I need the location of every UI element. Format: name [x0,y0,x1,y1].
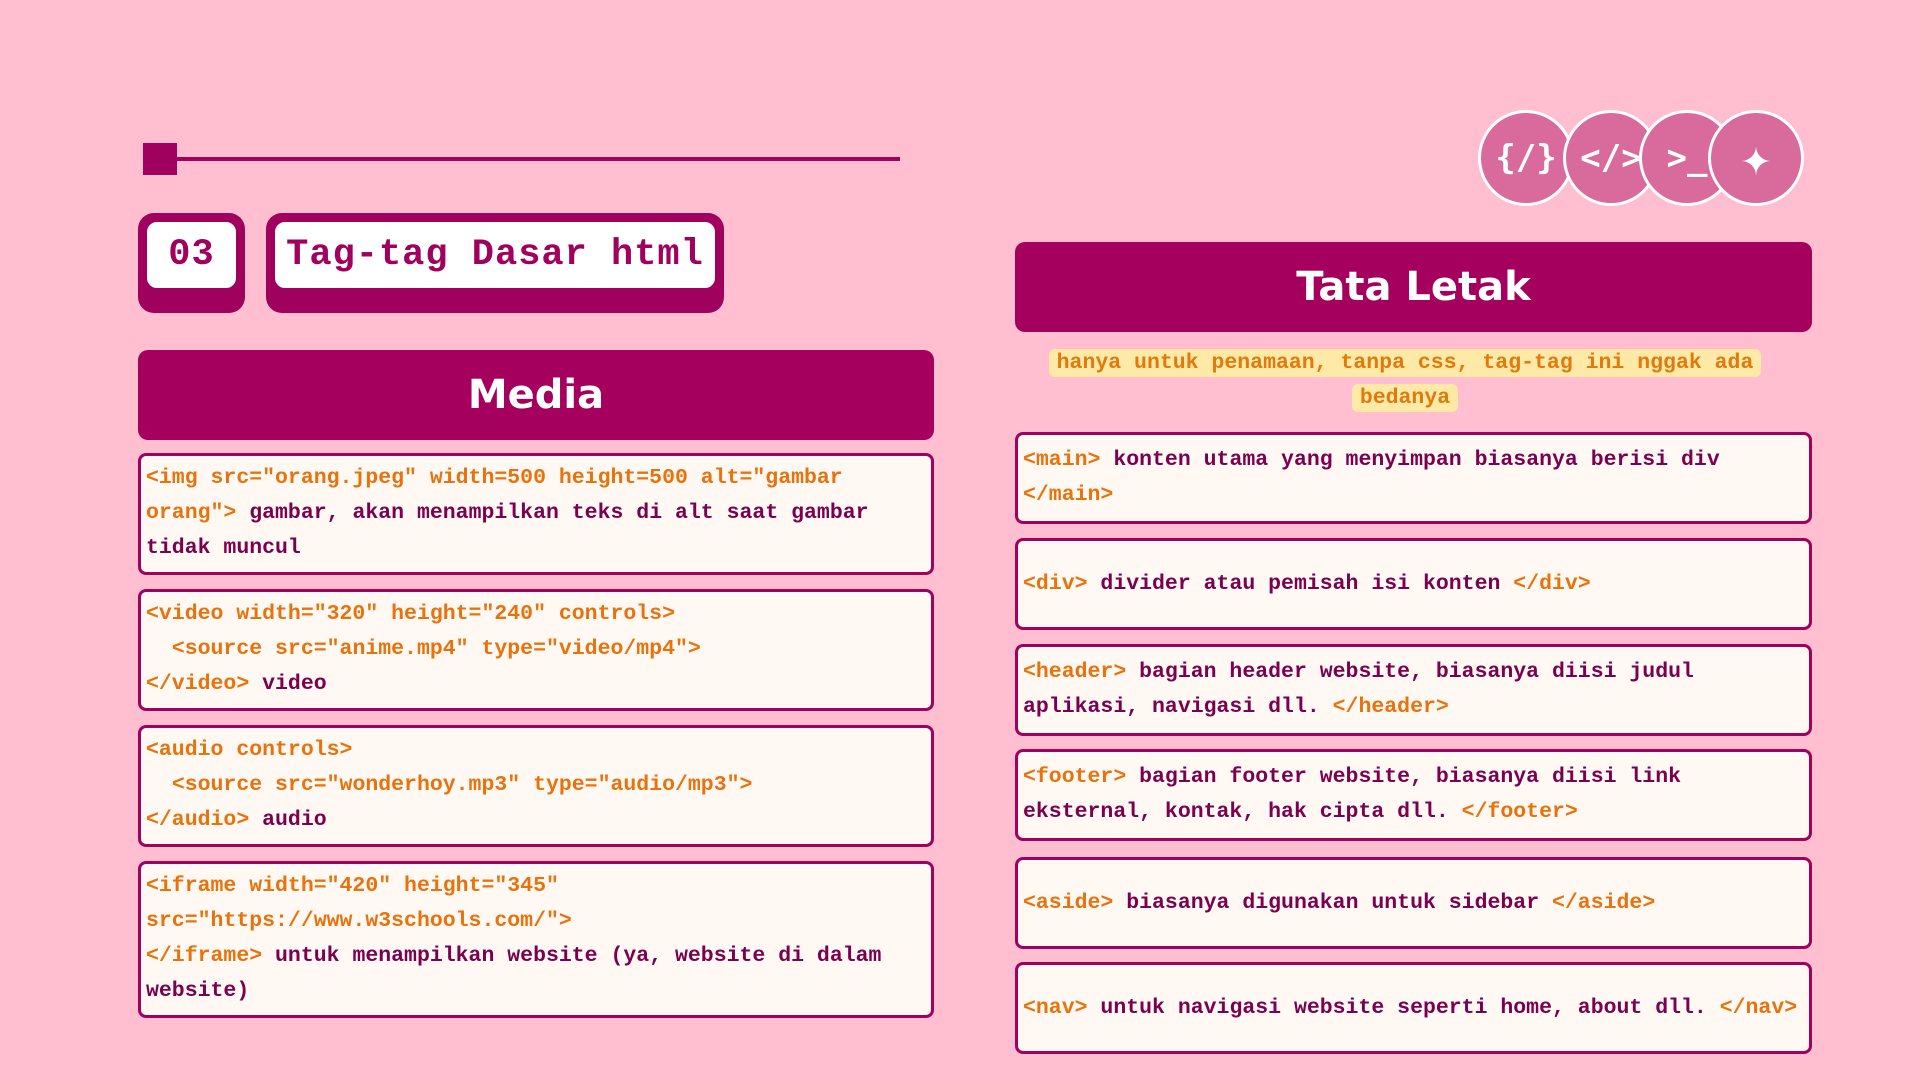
layout-item-open-tag: <aside> [1023,890,1114,915]
layout-item: <nav> untuk navigasi website seperti hom… [1015,962,1812,1054]
decorative-square [143,143,177,175]
braces-icon: {/} [1478,110,1574,206]
layout-item-open-tag: <nav> [1023,995,1088,1020]
layout-note-text: hanya untuk penamaan, tanpa css, tag-tag… [1048,349,1762,412]
layout-item: <aside> biasanya digunakan untuk sidebar… [1015,857,1812,949]
layout-note: hanya untuk penamaan, tanpa css, tag-tag… [1015,346,1795,416]
media-item-desc: video [249,672,327,696]
decorative-line [175,157,900,161]
layout-item-close-tag: </aside> [1552,890,1656,915]
layout-item: <header> bagian header website, biasanya… [1015,644,1812,736]
layout-item-desc: untuk navigasi website seperti home, abo… [1087,995,1720,1020]
layout-item-desc: divider atau pemisah isi konten [1087,571,1514,596]
layout-item-desc: biasanya digunakan untuk sidebar [1113,890,1552,915]
icon-cluster: {/} </> >_ ✦ [1478,110,1810,210]
layout-item-open-tag: <div> [1023,571,1088,596]
media-item: <img src="orang.jpeg" width=500 height=5… [138,453,934,575]
layout-item-close-tag: </div> [1513,571,1591,596]
layout-item-close-tag: </footer> [1461,800,1578,824]
media-item-code: <audio controls> <source src="wonderhoy.… [146,738,753,832]
layout-item-open-tag: <footer> [1023,765,1127,789]
layout-item-close-tag: </header> [1332,695,1449,719]
section-number: 03 [144,219,239,291]
layout-item: <div> divider atau pemisah isi konten </… [1015,538,1812,630]
layout-item-open-tag: <main> [1023,448,1101,472]
layout-header: Tata Letak [1015,242,1812,332]
media-item: <audio controls> <source src="wonderhoy.… [138,725,934,847]
layout-item: <footer> bagian footer website, biasanya… [1015,749,1812,841]
media-item-desc: audio [249,808,327,832]
section-number-badge: 03 [138,213,245,313]
media-item: <iframe width="420" height="345" src="ht… [138,861,934,1018]
sparkle-icon: ✦ [1708,110,1804,206]
layout-item-close-tag: </nav> [1719,995,1798,1020]
media-header: Media [138,350,934,440]
media-item-desc: gambar, akan menampilkan teks di alt saa… [146,501,882,560]
layout-item-close-tag: </main> [1023,483,1114,507]
media-item-code: <video width="320" height="240" controls… [146,602,701,696]
layout-item-open-tag: <header> [1023,660,1127,684]
layout-item-desc: konten utama yang menyimpan biasanya ber… [1100,448,1733,472]
section-title: Tag-tag Dasar html [272,219,718,291]
media-item: <video width="320" height="240" controls… [138,589,934,711]
layout-item: <main> konten utama yang menyimpan biasa… [1015,432,1812,524]
section-title-badge: Tag-tag Dasar html [266,213,724,313]
